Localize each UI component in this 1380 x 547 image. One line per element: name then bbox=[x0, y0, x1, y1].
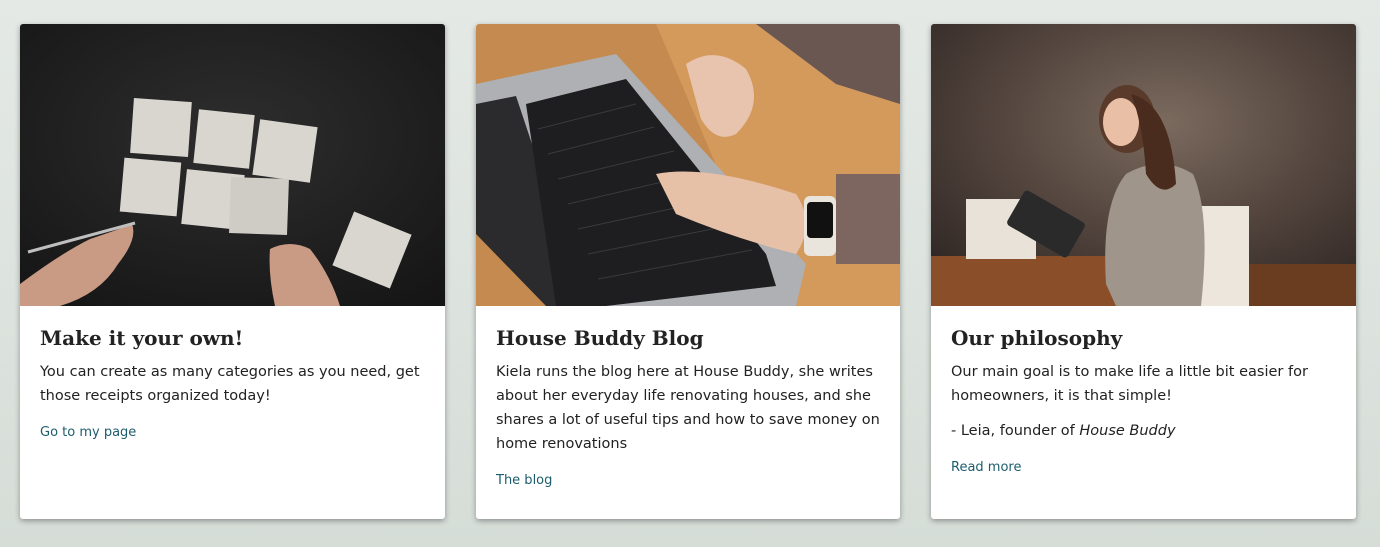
card-house-buddy-blog: House Buddy Blog Kiela runs the blog her… bbox=[476, 24, 900, 519]
sticky-notes-photo bbox=[20, 24, 445, 306]
founder-signature: - Leia, founder of House Buddy bbox=[951, 419, 1336, 443]
card-title: Our philosophy bbox=[951, 326, 1123, 350]
laptop-image bbox=[476, 24, 900, 306]
read-more-link[interactable]: Read more bbox=[951, 460, 1021, 475]
card-our-philosophy: Our philosophy Our main goal is to make … bbox=[931, 24, 1356, 519]
sticky-notes-image bbox=[20, 24, 445, 306]
laptop-typing-photo bbox=[476, 24, 900, 306]
card-description: You can create as many categories as you… bbox=[40, 364, 420, 404]
card-make-it-your-own: Make it your own! You can create as many… bbox=[20, 24, 445, 519]
the-blog-link[interactable]: The blog bbox=[496, 473, 552, 488]
card-title: House Buddy Blog bbox=[496, 326, 704, 350]
woman-with-tablet-photo bbox=[931, 24, 1356, 306]
card-title: Make it your own! bbox=[40, 326, 244, 350]
card-description: Our main goal is to make life a little b… bbox=[951, 364, 1308, 404]
signature-prefix: - Leia, founder of bbox=[951, 423, 1080, 439]
signature-brand: House Buddy bbox=[1079, 423, 1176, 439]
go-to-my-page-link[interactable]: Go to my page bbox=[40, 425, 136, 440]
card-description: Kiela runs the blog here at House Buddy,… bbox=[496, 364, 880, 452]
founder-image bbox=[931, 24, 1356, 306]
